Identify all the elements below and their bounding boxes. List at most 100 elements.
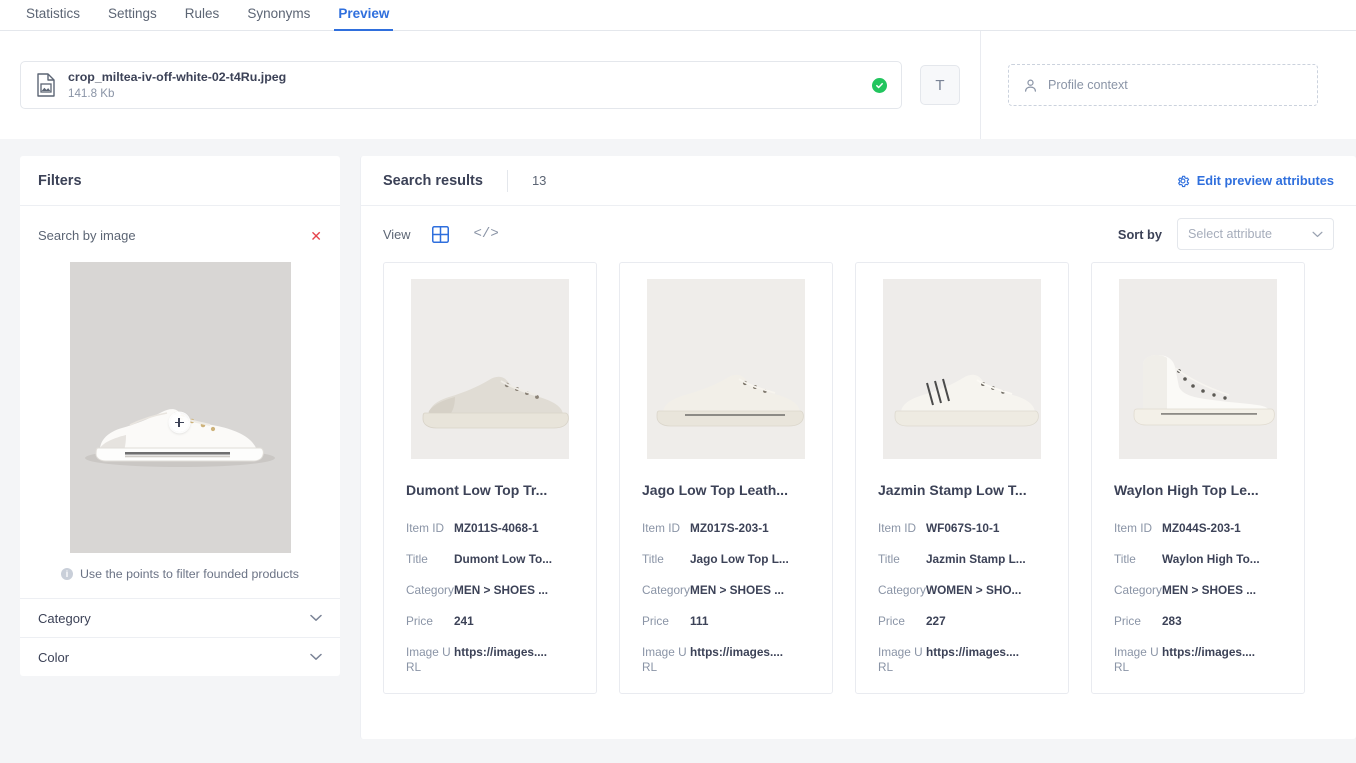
product-attributes: Item ID MZ017S-203-1 Title Jago Low Top … [620, 499, 832, 693]
attribute-label: Category [642, 583, 690, 598]
attribute-row-price: Price 241 [406, 614, 574, 629]
product-title-heading: Waylon High Top Le... [1092, 459, 1304, 499]
filter-section-category-label: Category [38, 611, 91, 626]
text-search-button[interactable]: T [920, 65, 960, 105]
sort-control: Sort by Select attribute [1118, 218, 1334, 250]
attribute-row-item-id: Item ID MZ044S-203-1 [1114, 521, 1282, 536]
uploaded-file-row[interactable]: crop_miltea-iv-off-white-02-t4Ru.jpeg 14… [20, 61, 902, 109]
filter-section-color[interactable]: Color [20, 637, 340, 676]
search-results-panel: Search results 13 Edit preview attribute… [360, 156, 1356, 739]
attribute-value: Waylon High To... [1162, 552, 1282, 567]
results-toolbar: View </> Sort by Select attribute [361, 206, 1356, 262]
sort-by-label: Sort by [1118, 227, 1162, 242]
attribute-label: Title [406, 552, 454, 567]
attribute-row-price: Price 227 [878, 614, 1046, 629]
filters-panel: Filters Search by image ✕ [20, 156, 340, 676]
attribute-label: Price [642, 614, 690, 629]
attribute-value: https://images.... [690, 645, 810, 675]
profile-context-placeholder: Profile context [1048, 78, 1128, 92]
product-photo-low-top [411, 279, 569, 459]
attribute-value: MEN > SHOES ... [1162, 583, 1282, 598]
tab-settings[interactable]: Settings [94, 6, 171, 30]
attribute-value: 283 [1162, 614, 1282, 629]
attribute-value: 227 [926, 614, 1046, 629]
profile-context-field[interactable]: Profile context [1008, 64, 1318, 106]
edit-preview-attributes-button[interactable]: Edit preview attributes [1176, 173, 1334, 188]
tab-synonyms[interactable]: Synonyms [233, 6, 324, 30]
attribute-label: Category [1114, 583, 1162, 598]
search-by-image-label: Search by image [38, 228, 136, 243]
query-image-thumbnail[interactable] [70, 262, 291, 553]
attribute-row-category: Category MEN > SHOES ... [406, 583, 574, 598]
attribute-label: Price [878, 614, 926, 629]
upload-divider [980, 31, 981, 139]
sort-attribute-placeholder: Select attribute [1188, 227, 1312, 241]
image-filter-hint-text: Use the points to filter founded product… [80, 567, 299, 581]
query-image [70, 262, 291, 553]
attribute-label: Item ID [642, 521, 690, 536]
product-title-heading: Jago Low Top Leath... [620, 459, 832, 499]
product-image [400, 279, 580, 459]
view-label: View [383, 227, 411, 242]
tab-rules[interactable]: Rules [171, 6, 234, 30]
product-image [872, 279, 1052, 459]
attribute-row-category: Category WOMEN > SHO... [878, 583, 1046, 598]
attribute-row-item-id: Item ID WF067S-10-1 [878, 521, 1046, 536]
attribute-value: WOMEN > SHO... [926, 583, 1046, 598]
gear-icon [1176, 174, 1190, 188]
attribute-row-image-url: Image URL https://images.... [1114, 645, 1282, 675]
attribute-value: MZ011S-4068-1 [454, 521, 574, 536]
code-view-icon[interactable]: </> [474, 226, 499, 242]
attribute-value: https://images.... [1162, 645, 1282, 675]
file-size: 141.8 Kb [68, 86, 872, 101]
filters-title: Filters [38, 173, 82, 189]
attribute-row-item-id: Item ID MZ017S-203-1 [642, 521, 810, 536]
left-gutter [0, 139, 20, 739]
attribute-row-title: Title Jago Low Top L... [642, 552, 810, 567]
attribute-value: MEN > SHOES ... [454, 583, 574, 598]
attribute-value: Dumont Low To... [454, 552, 574, 567]
product-photo-high-top [1119, 279, 1277, 459]
user-icon [1023, 78, 1038, 93]
attribute-label: Title [1114, 552, 1162, 567]
attribute-value: MZ044S-203-1 [1162, 521, 1282, 536]
info-icon: i [61, 568, 73, 580]
close-icon[interactable]: ✕ [310, 229, 322, 243]
product-card[interactable]: Waylon High Top Le... Item ID MZ044S-203… [1091, 262, 1305, 694]
attribute-row-image-url: Image URL https://images.... [642, 645, 810, 675]
chevron-down-icon [1312, 231, 1323, 238]
product-card-grid: Dumont Low Top Tr... Item ID MZ011S-4068… [361, 262, 1356, 694]
content-area: Filters Search by image ✕ [0, 139, 1356, 739]
product-card[interactable]: Dumont Low Top Tr... Item ID MZ011S-4068… [383, 262, 597, 694]
attribute-row-title: Title Jazmin Stamp L... [878, 552, 1046, 567]
product-card[interactable]: Jazmin Stamp Low T... Item ID WF067S-10-… [855, 262, 1069, 694]
attribute-row-category: Category MEN > SHOES ... [642, 583, 810, 598]
attribute-value: 241 [454, 614, 574, 629]
results-count: 13 [532, 173, 546, 188]
attribute-value: WF067S-10-1 [926, 521, 1046, 536]
tab-statistics[interactable]: Statistics [12, 6, 94, 30]
filter-section-category[interactable]: Category [20, 598, 340, 637]
attribute-value: https://images.... [454, 645, 574, 675]
attribute-label: Price [1114, 614, 1162, 629]
product-attributes: Item ID WF067S-10-1 Title Jazmin Stamp L… [856, 499, 1068, 693]
product-photo-low-top [647, 279, 805, 459]
product-photo-low-top [883, 279, 1041, 459]
sort-attribute-select[interactable]: Select attribute [1177, 218, 1334, 250]
attribute-row-price: Price 283 [1114, 614, 1282, 629]
column-gutter [340, 139, 360, 739]
product-image [636, 279, 816, 459]
product-title-heading: Dumont Low Top Tr... [384, 459, 596, 499]
attribute-label: Image URL [1114, 645, 1162, 675]
attribute-value: Jazmin Stamp L... [926, 552, 1046, 567]
attribute-value: MEN > SHOES ... [690, 583, 810, 598]
chevron-down-icon [310, 653, 322, 661]
tab-preview[interactable]: Preview [324, 6, 403, 30]
image-filter-point[interactable] [170, 413, 189, 432]
product-card[interactable]: Jago Low Top Leath... Item ID MZ017S-203… [619, 262, 833, 694]
grid-view-icon[interactable] [432, 226, 449, 243]
attribute-label: Title [642, 552, 690, 567]
attribute-label: Item ID [1114, 521, 1162, 536]
image-filter-hint: i Use the points to filter founded produ… [20, 553, 340, 598]
attribute-label: Image URL [406, 645, 454, 675]
